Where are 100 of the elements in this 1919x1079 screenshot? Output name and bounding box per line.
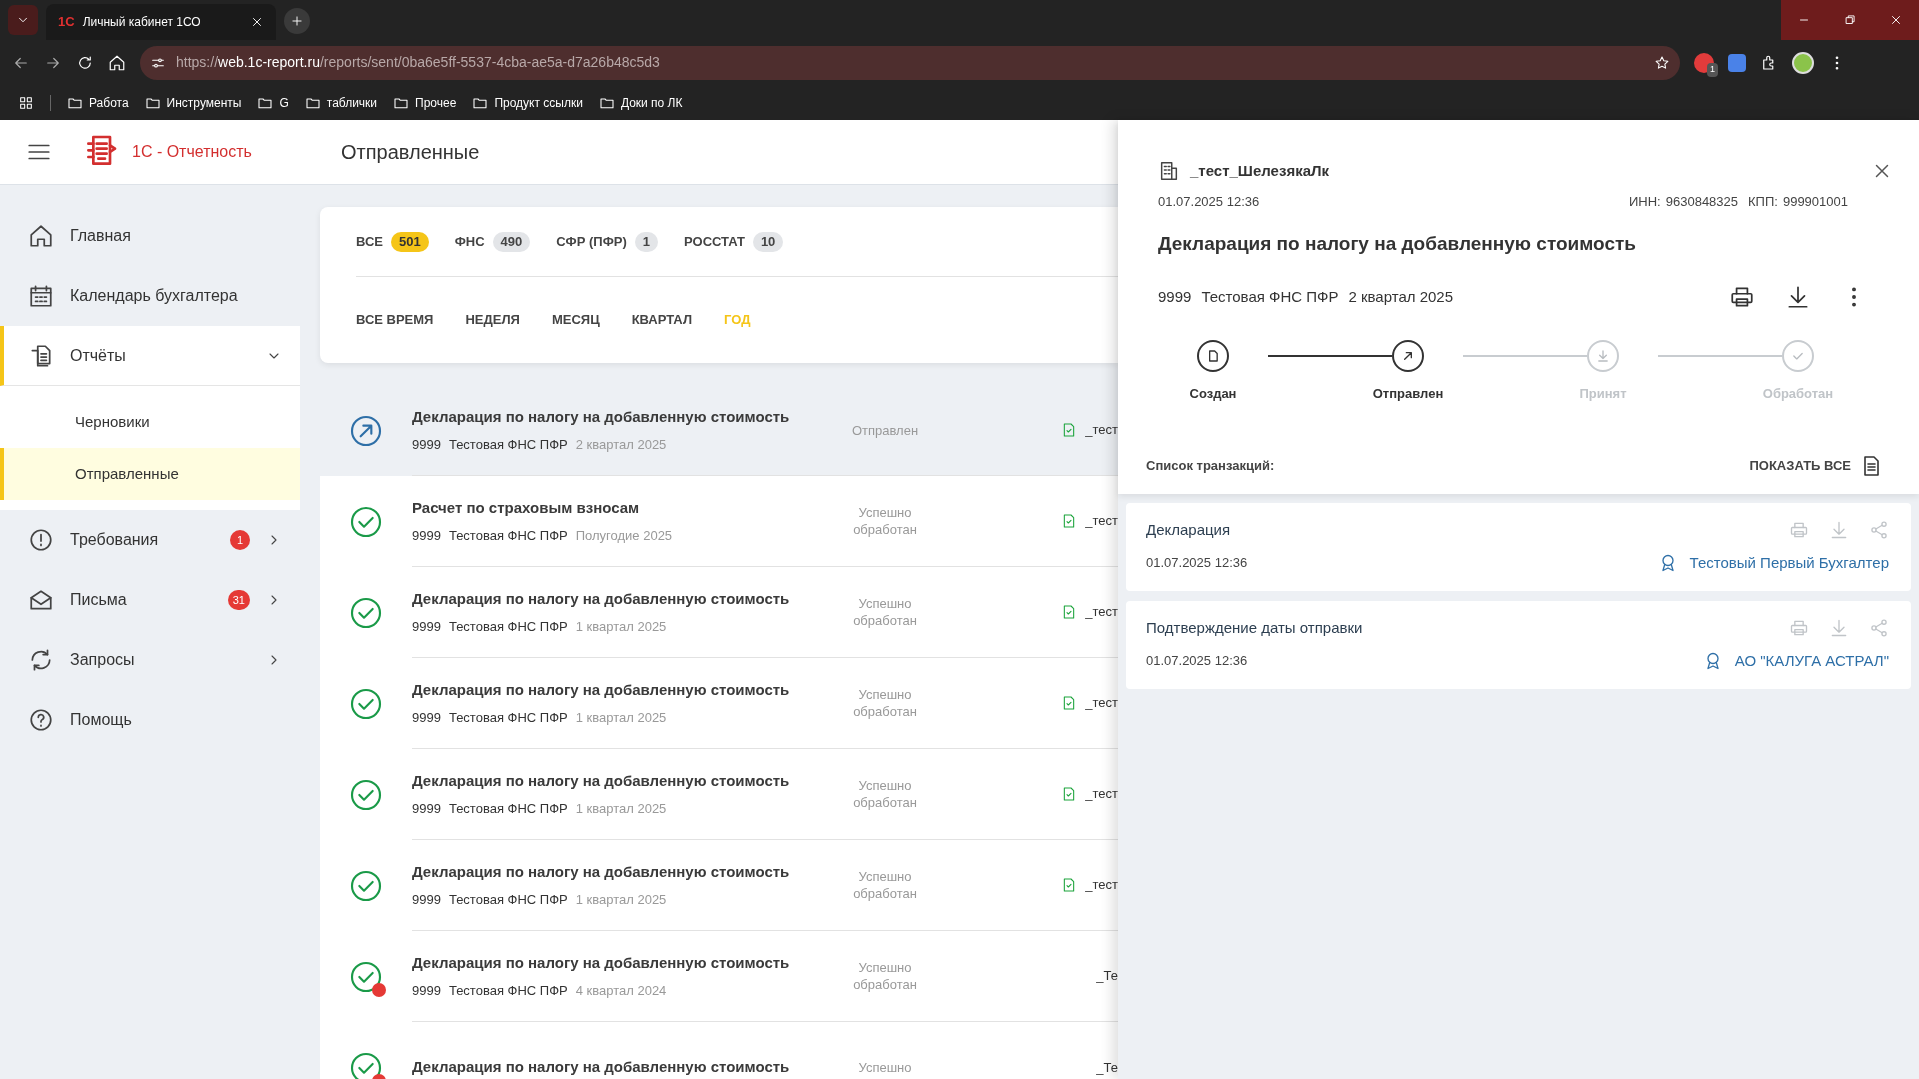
transaction-date: 01.07.2025 12:36: [1146, 652, 1249, 670]
recipient-name: Тестовая ФНС ПФР: [1201, 286, 1339, 307]
transaction-date: 01.07.2025 12:36: [1146, 554, 1249, 572]
sidebar-item[interactable]: Помощь: [0, 690, 300, 750]
close-icon[interactable]: [250, 15, 264, 29]
reload-icon[interactable]: [76, 53, 94, 72]
transactions-label: Список транзакций:: [1146, 456, 1276, 475]
apps-icon[interactable]: [18, 94, 34, 111]
building-icon: [1158, 160, 1180, 182]
report-title: Декларация по налогу на добавленную стоимость: [412, 407, 791, 427]
report-title: Декларация по налогу на добавленную стоимость: [412, 589, 791, 609]
sidebar-item[interactable]: Запросы: [0, 630, 300, 690]
report-code: 9999: [1158, 286, 1192, 307]
kpp-label: КПП:: [1748, 193, 1778, 211]
transaction-card[interactable]: Декларация 01.07.2025 12:36 Тестовый Первый Бухгалтер: [1126, 502, 1911, 591]
show-all-button[interactable]: ПОКАЗАТЬ ВСЕ: [1749, 453, 1883, 478]
translate-extension-icon[interactable]: [1728, 53, 1746, 72]
step-label: Принят: [1578, 385, 1628, 403]
inn-value: 9630848325: [1665, 193, 1739, 211]
submenu-item[interactable]: Отправленные: [0, 448, 300, 500]
status-text: Успешно обработан: [852, 777, 918, 811]
recipient-tab[interactable]: ВСЕ 501: [356, 231, 429, 252]
period-tab[interactable]: МЕСЯЦ: [551, 310, 600, 330]
restore-icon[interactable]: [1843, 13, 1857, 27]
report-period: 4 квартал 2024: [575, 981, 667, 1000]
browser-tab[interactable]: 1С Личный кабинет 1СО: [46, 4, 276, 40]
sidebar-item[interactable]: Главная: [0, 206, 300, 266]
sidebar-item[interactable]: Письма 31: [0, 570, 300, 630]
client-name: _тест: [1085, 694, 1118, 713]
bookmark[interactable]: Инструменты: [144, 93, 242, 112]
bookmark[interactable]: Доки по ЛК: [598, 93, 683, 112]
report-row[interactable]: Декларация по налогу на добавленную стоимость 9999 Тестовая ФНС ПФР 2 квартал 2025 Отправлен _тест: [320, 385, 1118, 476]
submenu-item[interactable]: Черновики: [0, 396, 300, 448]
sent-date: 01.07.2025 12:36: [1158, 193, 1261, 211]
period-tab[interactable]: ВСЕ ВРЕМЯ: [356, 310, 434, 330]
star-icon[interactable]: [1654, 54, 1670, 71]
inn-label: ИНН:: [1629, 193, 1661, 211]
count-badge: 1: [230, 530, 250, 550]
recipient-name: Тестовая ФНС ПФР: [448, 981, 568, 1000]
status-text: Успешно обработан: [852, 868, 918, 902]
profile-avatar[interactable]: [1792, 51, 1814, 74]
print-icon[interactable]: [1729, 284, 1755, 310]
count-badge: 31: [227, 590, 250, 610]
report-period: 1 квартал 2025: [575, 799, 667, 818]
kpp-value: 999901001: [1782, 193, 1848, 211]
tab-title: Личный кабинет 1СО: [82, 14, 202, 31]
status-text: Отправлен: [850, 421, 920, 439]
home-icon: [28, 223, 54, 249]
client-name: _тест: [1085, 512, 1118, 531]
bookmark[interactable]: Продукт ссылки: [472, 93, 583, 112]
count-badge: 490: [492, 231, 531, 252]
recipient-tab[interactable]: РОССТАТ 10: [684, 231, 784, 252]
report-code: 9999: [412, 981, 441, 1000]
sidebar-item[interactable]: Отчёты: [0, 326, 300, 386]
favicon-logo: 1С: [58, 13, 75, 32]
signer-name[interactable]: АО "КАЛУГА АСТРАЛ": [1734, 649, 1889, 672]
transaction-title: Подтверждение даты отправки: [1146, 618, 1364, 638]
sidebar-item[interactable]: Требования 1: [0, 510, 300, 570]
recipient-name: Тестовая ФНС ПФР: [448, 617, 568, 636]
calendar-icon: [28, 283, 54, 309]
signer-name[interactable]: Тестовый Первый Бухгалтер: [1689, 551, 1889, 574]
bookmark[interactable]: G: [257, 93, 289, 112]
sidebar-item[interactable]: Календарь бухгалтера: [0, 266, 300, 326]
client-name: _тест: [1085, 876, 1118, 895]
client-name: _тест: [1085, 785, 1118, 804]
report-period: 1 квартал 2025: [575, 708, 667, 727]
client-name: _Те: [1096, 967, 1118, 986]
page-title: Отправленные: [341, 140, 480, 165]
transaction-card[interactable]: Подтверждение даты отправки 01.07.2025 12:36 АО "КАЛУГА АСТРАЛ": [1126, 600, 1911, 689]
report-code: 9999: [412, 708, 441, 727]
new-tab-icon[interactable]: [290, 14, 304, 28]
report-title: Декларация по налогу на добавленную стоимость: [412, 953, 791, 973]
report-code: 9999: [412, 799, 441, 818]
report-period: 2 квартал 2025: [1348, 286, 1454, 307]
report-title: Декларация по налогу на добавленную стоимость: [412, 680, 791, 700]
bookmark[interactable]: таблички: [304, 93, 378, 112]
report-period: 1 квартал 2025: [575, 890, 667, 909]
report-title: Расчет по страховым взносам: [412, 498, 641, 518]
count-badge: 501: [390, 231, 429, 252]
count-badge: 1: [634, 231, 658, 252]
logo-text[interactable]: 1С - Отчетность: [132, 140, 252, 164]
report-code: 9999: [412, 435, 441, 454]
report-title: Декларация по налогу на добавленную стоимость: [412, 771, 791, 791]
url-text: https://web.1c-report.ru/reports/sent/0ba6e5ff-5537-4cba-ae5a-d7a26b48c5d3: [176, 53, 661, 72]
period-tab[interactable]: КВАРТАЛ: [631, 310, 693, 330]
close-icon[interactable]: [1889, 13, 1903, 27]
report-title: Декларация по налогу на добавленную стоимость: [412, 1057, 791, 1078]
report-title: Декларация по налогу на добавленную стоимость: [412, 862, 791, 882]
bookmark[interactable]: Работа: [67, 93, 129, 112]
home-icon[interactable]: [108, 53, 126, 72]
report-period: 1 квартал 2025: [575, 617, 667, 636]
period-tab[interactable]: НЕДЕЛЯ: [465, 310, 520, 330]
bookmark[interactable]: Прочее: [393, 93, 457, 112]
status-text: Успешно: [857, 1059, 913, 1076]
recipient-name: Тестовая ФНС ПФР: [448, 526, 568, 545]
recipient-name: Тестовая ФНС ПФР: [448, 799, 568, 818]
recipient-tab[interactable]: СФР (ПФР) 1: [556, 231, 658, 252]
recipient-name: Тестовая ФНС ПФР: [448, 435, 568, 454]
recipient-tab[interactable]: ФНС 490: [454, 231, 531, 252]
address-bar[interactable]: https://web.1c-report.ru/reports/sent/0ba6e5ff-5537-4cba-ae5a-d7a26b48c5d3: [140, 45, 1680, 80]
